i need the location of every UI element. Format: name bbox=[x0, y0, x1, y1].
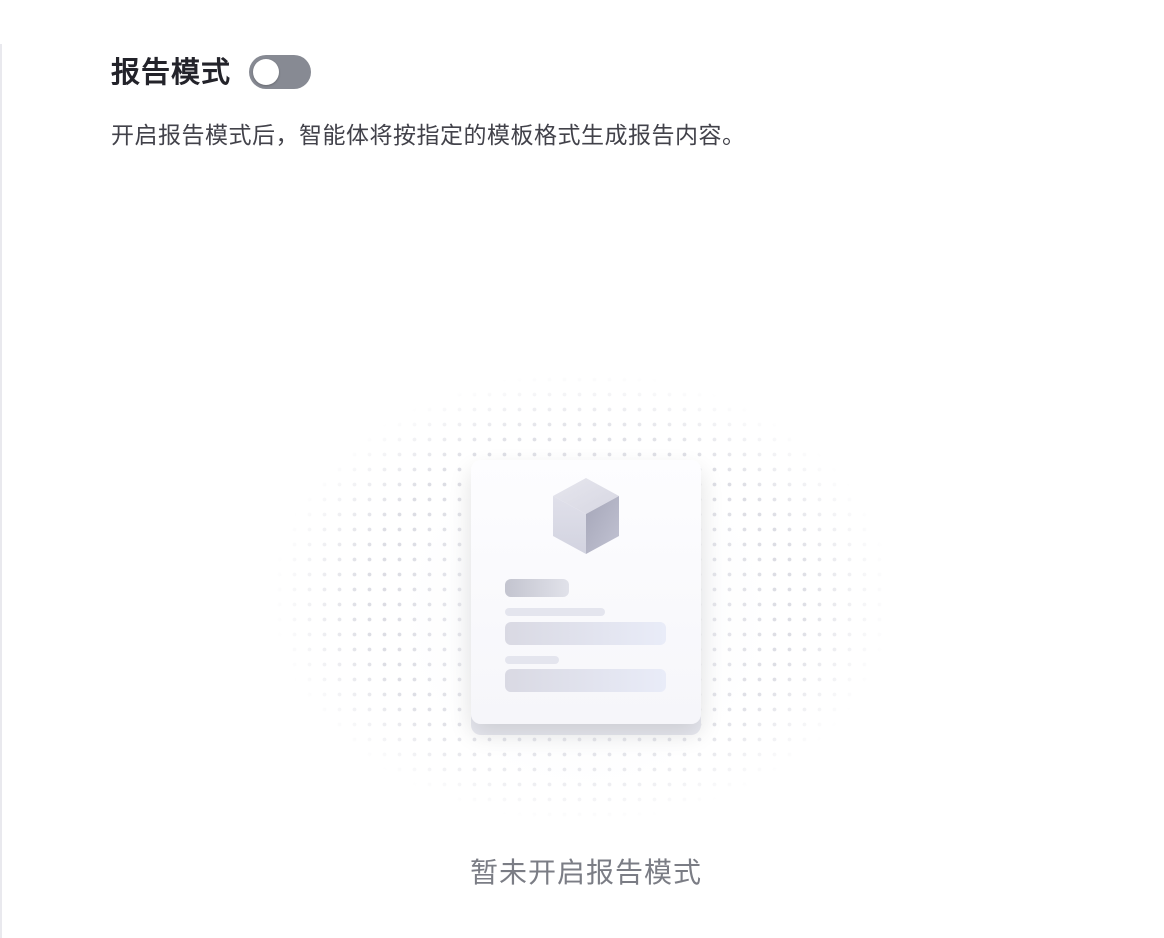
panel-left-divider bbox=[0, 44, 2, 938]
toggle-knob bbox=[253, 59, 280, 85]
report-mode-title: 报告模式 bbox=[111, 55, 232, 89]
report-mode-header: 报告模式 bbox=[111, 52, 312, 92]
report-mode-panel: 报告模式 开启报告模式后，智能体将按指定的模板格式生成报告内容。 暂未开启报告模… bbox=[0, 0, 1164, 938]
empty-state-message: 暂未开启报告模式 bbox=[469, 856, 702, 889]
report-mode-description: 开启报告模式后，智能体将按指定的模板格式生成报告内容。 bbox=[111, 123, 746, 149]
report-document-cube-icon bbox=[272, 372, 892, 822]
report-mode-toggle[interactable] bbox=[249, 55, 312, 89]
